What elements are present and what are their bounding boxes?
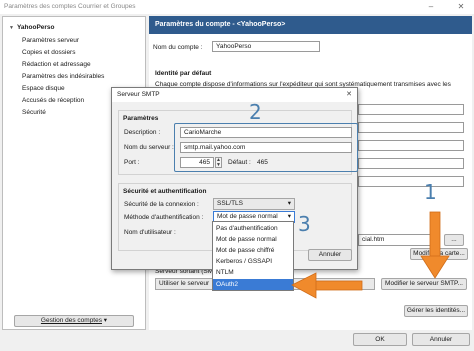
arrow-down-icon — [420, 211, 450, 279]
arrow-left-icon — [291, 272, 363, 299]
annotation-arrows — [291, 211, 450, 299]
